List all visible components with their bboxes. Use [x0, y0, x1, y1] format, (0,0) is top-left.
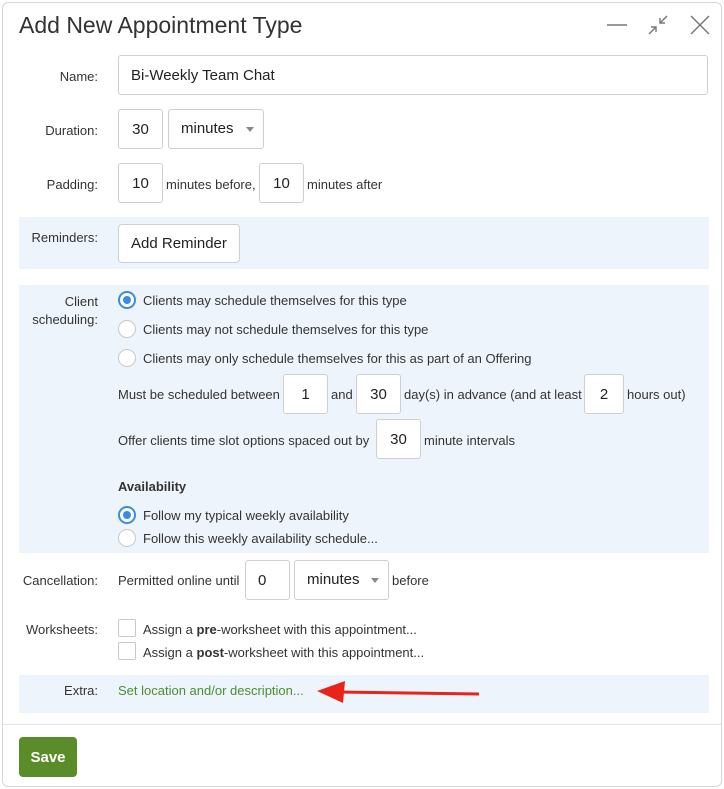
- client-scheduling-label: Client scheduling:: [32, 294, 98, 327]
- radio-not-schedule[interactable]: [118, 320, 136, 338]
- reminders-label: Reminders:: [31, 230, 98, 245]
- padding-before-input[interactable]: [118, 163, 163, 203]
- post-worksheet-text: Assign a post-worksheet with this appoin…: [143, 645, 425, 660]
- pre-worksheet-text: Assign a pre-worksheet with this appoint…: [143, 622, 417, 637]
- save-button[interactable]: Save: [19, 737, 77, 777]
- option-typical-availability: Follow my typical weekly availability: [143, 508, 349, 523]
- scheduled-between-text: Must be scheduled between: [118, 387, 280, 402]
- add-reminder-button[interactable]: Add Reminder: [118, 224, 240, 263]
- days-advance-text: day(s) in advance (and at least: [404, 387, 582, 402]
- padding-before-text: minutes before,: [166, 177, 256, 192]
- interval-text: Offer clients time slot options spaced o…: [118, 433, 370, 448]
- name-input[interactable]: [118, 55, 708, 95]
- padding-after-text: minutes after: [307, 177, 383, 192]
- name-label: Name:: [59, 69, 98, 84]
- cancellation-unit-value: minutes: [307, 571, 360, 588]
- interval-suffix-text: minute intervals: [424, 433, 516, 448]
- cancellation-unit-select[interactable]: minutes: [294, 560, 389, 600]
- duration-input[interactable]: [118, 109, 163, 149]
- availability-heading: Availability: [118, 479, 187, 494]
- max-days-input[interactable]: [356, 374, 401, 414]
- annotation-arrow-icon: [317, 681, 480, 703]
- dialog-title: Add New Appointment Type: [19, 12, 303, 38]
- radio-offering-only[interactable]: [118, 349, 136, 367]
- padding-label: Padding:: [46, 177, 98, 192]
- option-weekly-schedule: Follow this weekly availability schedule…: [143, 531, 378, 546]
- cancellation-suffix: before: [392, 573, 429, 588]
- extra-label: Extra:: [64, 683, 98, 698]
- cancellation-input[interactable]: [245, 560, 290, 600]
- radio-weekly-schedule[interactable]: [118, 529, 136, 547]
- radio-schedule-themselves[interactable]: [118, 291, 136, 309]
- radio-typical-availability[interactable]: [118, 506, 136, 524]
- duration-label: Duration:: [45, 123, 98, 138]
- pre-worksheet-checkbox[interactable]: [118, 619, 136, 637]
- close-icon[interactable]: [688, 13, 712, 37]
- caret-down-icon: [371, 578, 379, 583]
- caret-down-icon: [246, 127, 254, 132]
- post-worksheet-checkbox[interactable]: [118, 642, 136, 660]
- set-location-link[interactable]: Set location and/or description...: [118, 683, 304, 698]
- min-days-input[interactable]: [283, 374, 328, 414]
- interval-input[interactable]: [376, 419, 421, 459]
- minimize-icon[interactable]: [605, 13, 629, 37]
- hours-out-text: hours out): [627, 387, 686, 402]
- min-hours-input[interactable]: [584, 374, 624, 414]
- option-offering-only: Clients may only schedule themselves for…: [143, 351, 532, 366]
- padding-after-input[interactable]: [259, 163, 304, 203]
- duration-unit-select[interactable]: minutes: [168, 109, 264, 149]
- footer-divider: [3, 724, 721, 725]
- worksheets-label: Worksheets:: [25, 622, 98, 637]
- duration-unit-value: minutes: [181, 120, 234, 137]
- cancellation-label: Cancellation:: [22, 573, 98, 588]
- and-text: and: [331, 387, 353, 402]
- appointment-type-dialog: Add New Appointment Type Name: Duration:…: [2, 2, 722, 787]
- option-not-schedule: Clients may not schedule themselves for …: [143, 322, 429, 337]
- option-schedule-themselves: Clients may schedule themselves for this…: [143, 293, 407, 308]
- cancellation-prefix: Permitted online until: [118, 573, 240, 588]
- collapse-arrows-icon[interactable]: [646, 13, 670, 37]
